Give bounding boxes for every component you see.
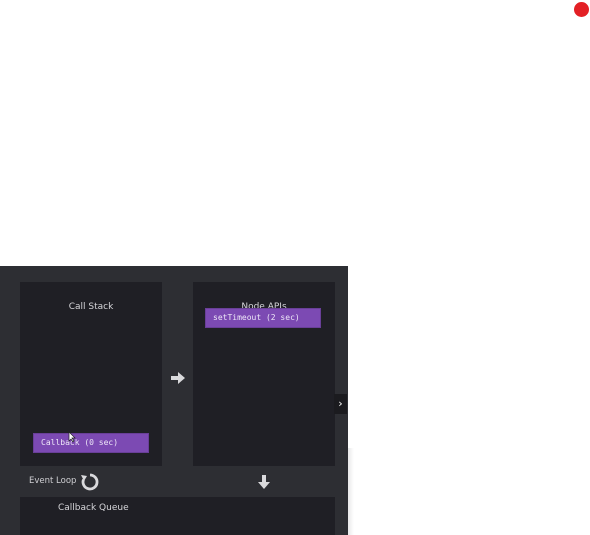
- callback-queue-title: Callback Queue: [58, 503, 129, 513]
- refresh-loop-icon: [81, 473, 99, 491]
- arrow-right-icon: [171, 372, 185, 384]
- callback-chip: Callback (0 sec): [33, 433, 149, 453]
- video-frame: Call Stack Node APIs setTimeout (2 sec) …: [0, 0, 590, 535]
- chevron-right-icon: ›: [338, 397, 343, 410]
- arrow-down-icon: [258, 475, 270, 489]
- mouse-cursor-icon: [68, 431, 76, 443]
- slide-edge-shadow: [348, 448, 354, 535]
- recording-indicator: [574, 2, 589, 17]
- call-stack-title: Call Stack: [68, 302, 114, 312]
- next-slide-button[interactable]: ›: [334, 394, 347, 414]
- settimeout-chip: setTimeout (2 sec): [205, 308, 321, 328]
- event-loop-label: Event Loop: [29, 476, 77, 486]
- callback-queue-panel: Callback Queue: [20, 497, 335, 535]
